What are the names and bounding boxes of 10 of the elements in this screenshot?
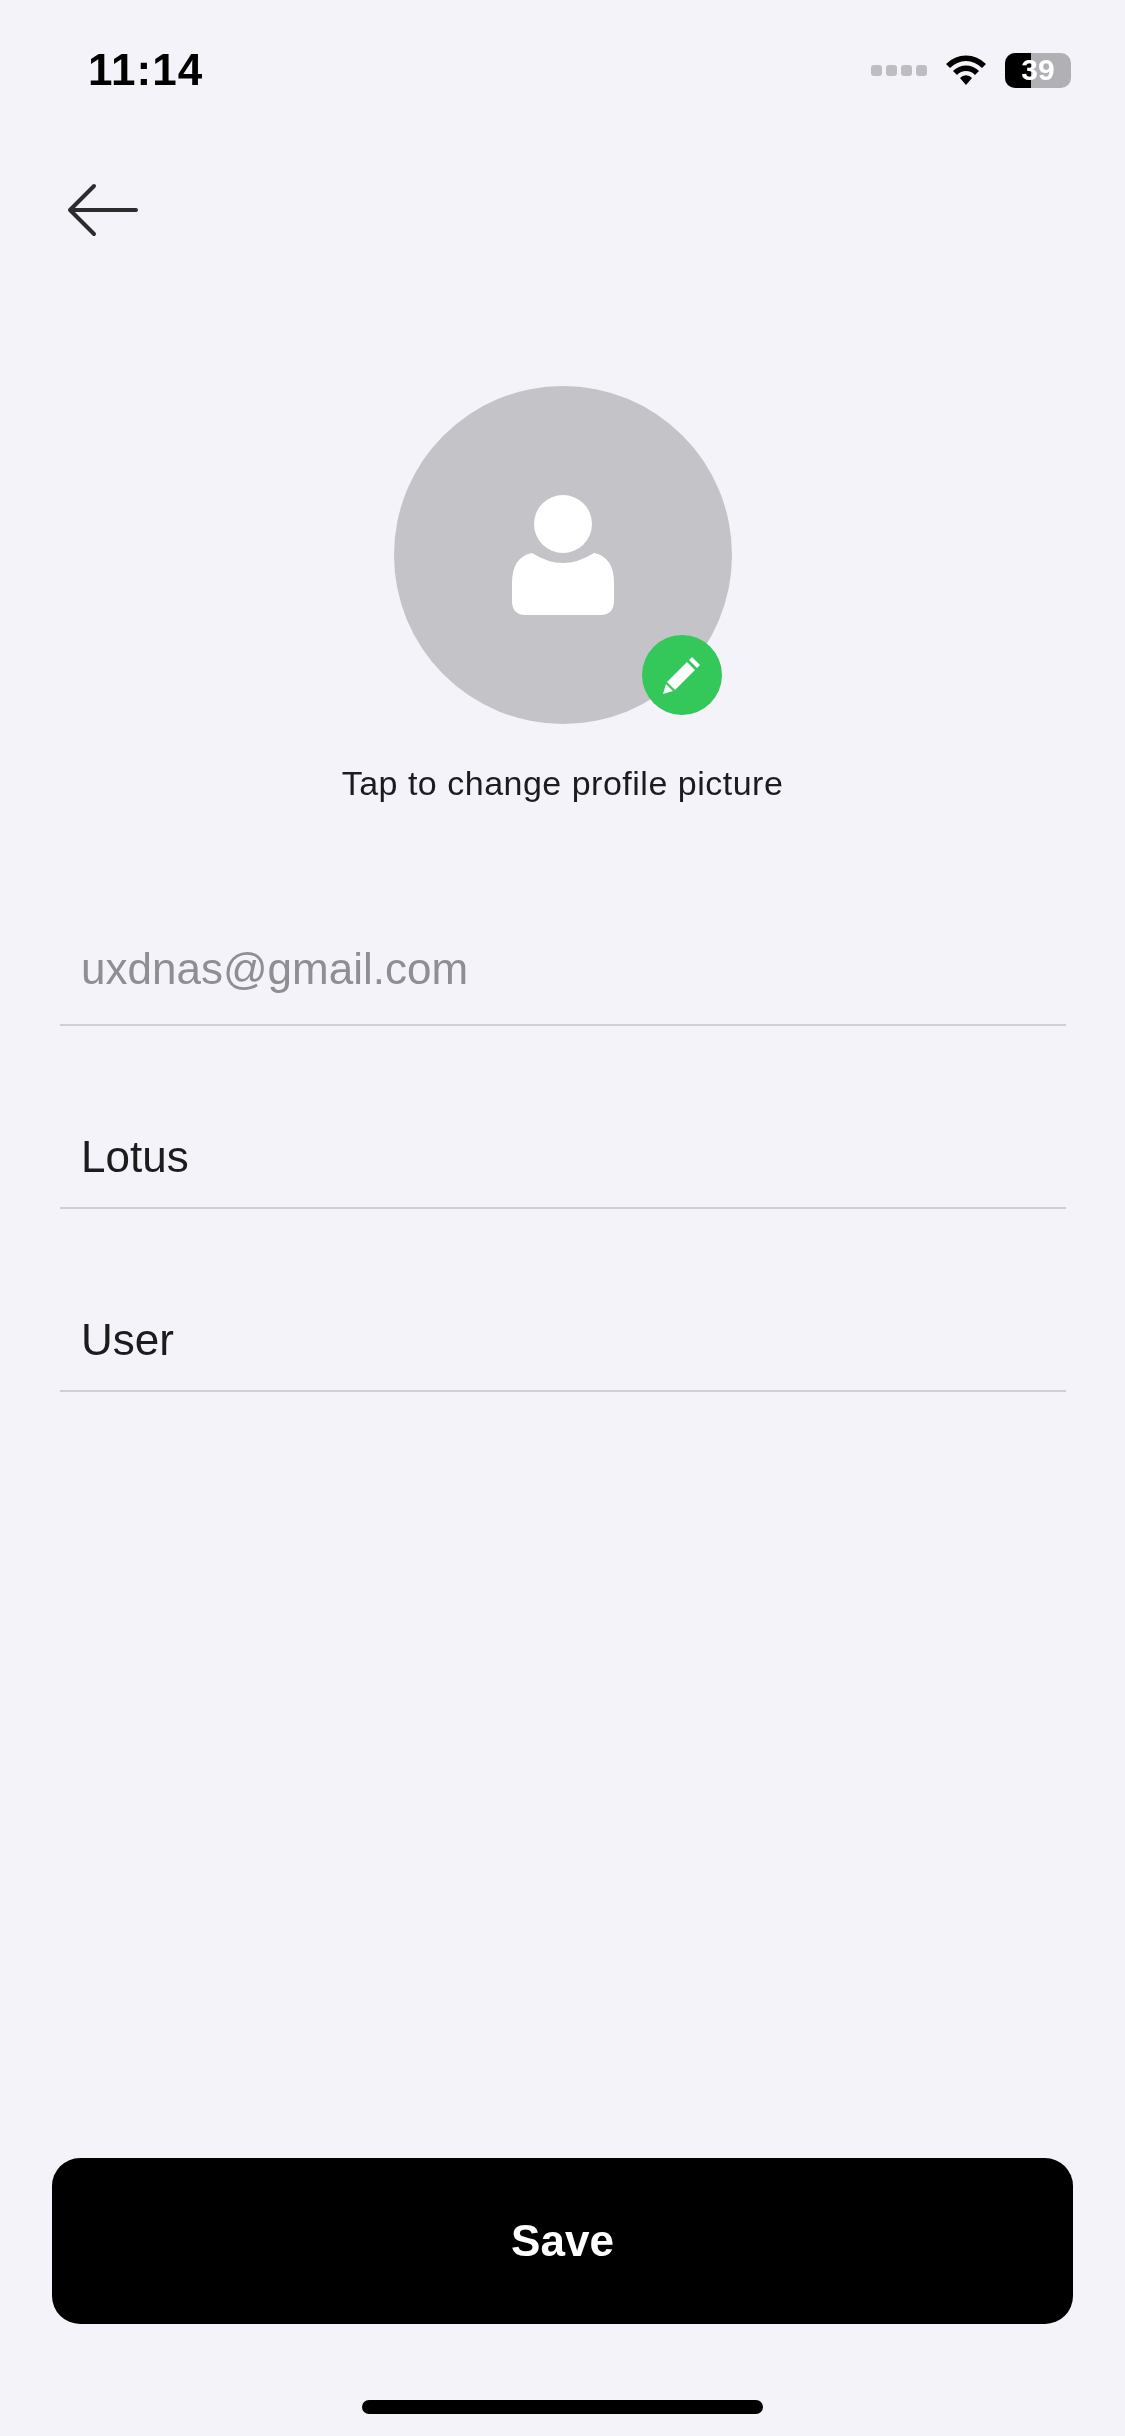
pencil-icon [660,654,703,696]
text-field[interactable]: uxdnas@gmail.com [60,883,1066,1026]
save-button[interactable]: Save [52,2158,1073,2324]
text-field[interactable]: User [60,1209,1066,1392]
status-time: 11:14 [88,45,204,95]
change-picture-caption: Tap to change profile picture [341,764,784,803]
text-field[interactable]: Lotus [60,1026,1066,1209]
person-icon [511,495,614,615]
signal-dots-icon [871,63,927,77]
back-arrow-icon [66,182,138,238]
